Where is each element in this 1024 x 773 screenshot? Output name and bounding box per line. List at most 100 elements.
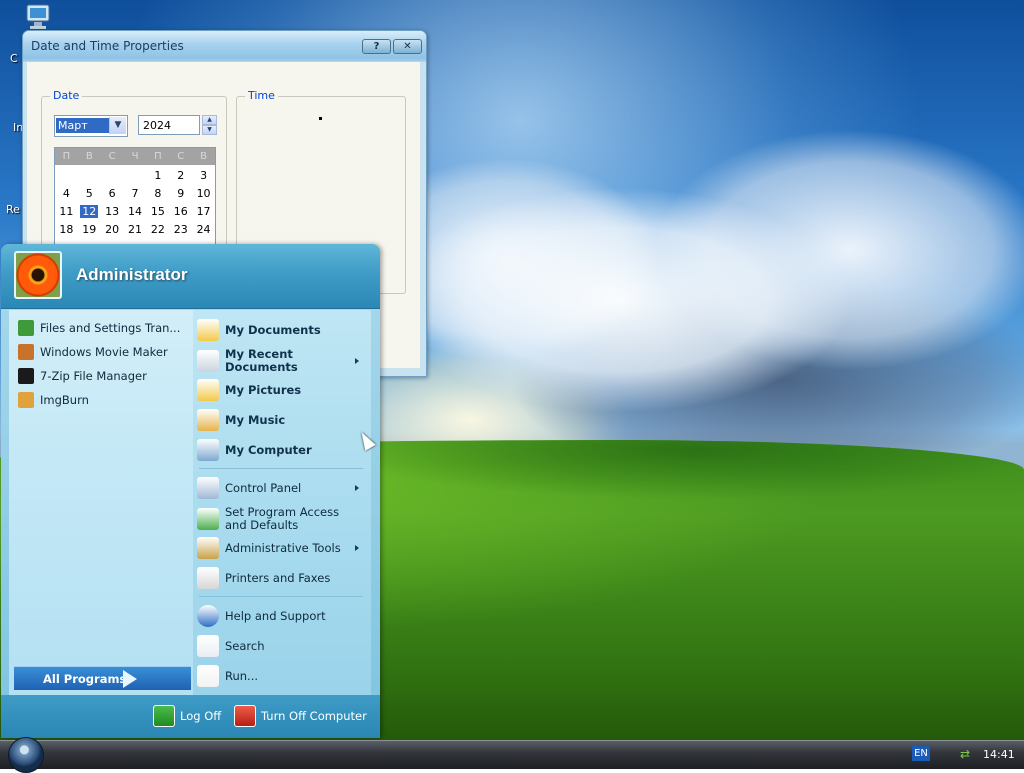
weekday-label: С (108, 151, 116, 162)
calendar-day[interactable]: 9 (169, 185, 192, 203)
taskbar: EN ⇄ 14:41 (0, 737, 1024, 773)
spin-up-icon[interactable]: ▲ (202, 115, 217, 125)
program-label: Windows Movie Maker (40, 345, 168, 359)
my-documents-icon (197, 319, 219, 341)
calendar-day[interactable]: 23 (169, 221, 192, 239)
program-access-item[interactable]: Set Program Access and Defaults (197, 506, 367, 532)
calendar-day[interactable]: 14 (124, 203, 147, 221)
calendar-day[interactable]: 13 (101, 203, 124, 221)
pinned-programs-pane: Files and Settings Tran... Windows Movie … (9, 310, 193, 695)
close-button[interactable]: ✕ (393, 39, 422, 54)
places-pane: My Documents My Recent Documents My Pictur… (193, 310, 371, 695)
calendar-day[interactable]: 8 (146, 185, 169, 203)
calendar-day-number: 11 (59, 205, 74, 218)
calendar-day[interactable]: 24 (192, 221, 215, 239)
program-list: Files and Settings Tran... Windows Movie … (9, 316, 193, 412)
calendar-day[interactable]: 20 (101, 221, 124, 239)
program-item[interactable]: Windows Movie Maker (9, 340, 193, 364)
calendar-day[interactable]: 17 (192, 203, 215, 221)
calendar-day[interactable]: 4 (55, 185, 78, 203)
user-avatar[interactable] (14, 251, 62, 299)
my-computer-icon (197, 439, 219, 461)
calendar-day (55, 167, 78, 185)
calendar-day-number: 3 (200, 169, 208, 182)
turn-off-button[interactable]: Turn Off Computer (234, 705, 367, 727)
all-programs-button[interactable]: All Programs (14, 666, 191, 690)
calendar-day-number: 23 (173, 223, 188, 236)
help-button[interactable]: ? (362, 39, 391, 54)
program-label: Files and Settings Tran... (40, 321, 181, 335)
calendar-day-number: 9 (177, 187, 185, 200)
calendar-day-number: 8 (154, 187, 162, 200)
submenu-arrow-icon (355, 545, 359, 551)
search-item[interactable]: Search (197, 635, 367, 657)
calendar-day[interactable]: 6 (101, 185, 124, 203)
search-icon (197, 635, 219, 657)
calendar-day-number: 10 (196, 187, 211, 200)
log-off-label: Log Off (180, 709, 222, 723)
log-off-button[interactable]: Log Off (153, 705, 221, 727)
my-pictures-icon (197, 379, 219, 401)
menu-item-label: My Computer (225, 442, 312, 457)
calendar-day-number: 7 (131, 187, 139, 200)
calendar-days: 1 2 3 4 5 6 7 8 9 10 11 12 13 14 15 16 17 18 19 20 21 22 23 24 (55, 167, 215, 239)
year-spinner[interactable]: ▲ ▼ (202, 115, 217, 135)
help-item[interactable]: Help and Support (197, 605, 367, 627)
my-pictures-item[interactable]: My Pictures (197, 379, 367, 401)
calendar-day-number: 2 (177, 169, 185, 182)
calendar-day[interactable]: 16 (169, 203, 192, 221)
menu-item-label: Help and Support (225, 608, 326, 623)
desktop-icon-label[interactable]: C (10, 52, 18, 65)
desktop-icon-computer[interactable] (24, 4, 54, 30)
network-icon[interactable]: ⇄ (960, 746, 976, 762)
calendar-day-number: 16 (173, 205, 188, 218)
submenu-arrow-icon (355, 485, 359, 491)
calendar-day-number: 12 (80, 205, 99, 218)
imgburn-icon (18, 392, 34, 408)
program-item[interactable]: ImgBurn (9, 388, 193, 412)
calendar-day[interactable]: 18 (55, 221, 78, 239)
my-documents-item[interactable]: My Documents (197, 319, 367, 341)
start-menu-footer: Log Off Turn Off Computer (1, 695, 380, 738)
menu-item-label: Search (225, 638, 265, 653)
spin-down-icon[interactable]: ▼ (202, 125, 217, 135)
calendar-day[interactable]: 5 (78, 185, 101, 203)
user-name: Administrator (76, 265, 188, 284)
my-music-item[interactable]: My Music (197, 409, 367, 431)
menu-item-label: My Music (225, 412, 286, 427)
calendar-day-number: 5 (85, 187, 93, 200)
month-select[interactable]: Март ▼ (54, 115, 128, 137)
program-access-icon (197, 508, 219, 530)
calendar-day[interactable]: 7 (124, 185, 147, 203)
calendar-day[interactable]: 19 (78, 221, 101, 239)
all-programs-label: All Programs (43, 672, 127, 686)
program-label: ImgBurn (40, 393, 89, 407)
administrative-tools-item[interactable]: Administrative Tools (197, 537, 367, 559)
my-computer-item[interactable]: My Computer (197, 439, 367, 461)
desktop-icon-label[interactable]: Re (6, 203, 20, 216)
year-input[interactable]: 2024 (138, 115, 200, 135)
printers-item[interactable]: Printers and Faxes (197, 567, 367, 589)
calendar-day[interactable]: 3 (192, 167, 215, 185)
weekday-label: В (85, 151, 93, 162)
help-icon (197, 605, 219, 627)
title-bar[interactable]: Date and Time Properties ? ✕ (23, 31, 426, 59)
control-panel-item[interactable]: Control Panel (197, 477, 367, 499)
calendar-day[interactable]: 15 (146, 203, 169, 221)
arrow-right-icon (123, 670, 137, 688)
calendar-day[interactable]: 22 (146, 221, 169, 239)
calendar-day[interactable]: 1 (146, 167, 169, 185)
calendar-day[interactable]: 11 (55, 203, 78, 221)
computer-icon (26, 4, 50, 29)
calendar-day[interactable]: 2 (169, 167, 192, 185)
recent-documents-item[interactable]: My Recent Documents (197, 348, 367, 374)
chevron-down-icon[interactable]: ▼ (109, 117, 126, 134)
calendar-day[interactable]: 21 (124, 221, 147, 239)
language-indicator[interactable]: EN (912, 746, 930, 761)
calendar-day[interactable]: 10 (192, 185, 215, 203)
program-item[interactable]: 7-Zip File Manager (9, 364, 193, 388)
calendar-day[interactable]: 12 (78, 203, 101, 221)
clock[interactable]: 14:41 (983, 748, 1015, 761)
program-item[interactable]: Files and Settings Tran... (9, 316, 193, 340)
run-item[interactable]: Run... (197, 665, 367, 687)
